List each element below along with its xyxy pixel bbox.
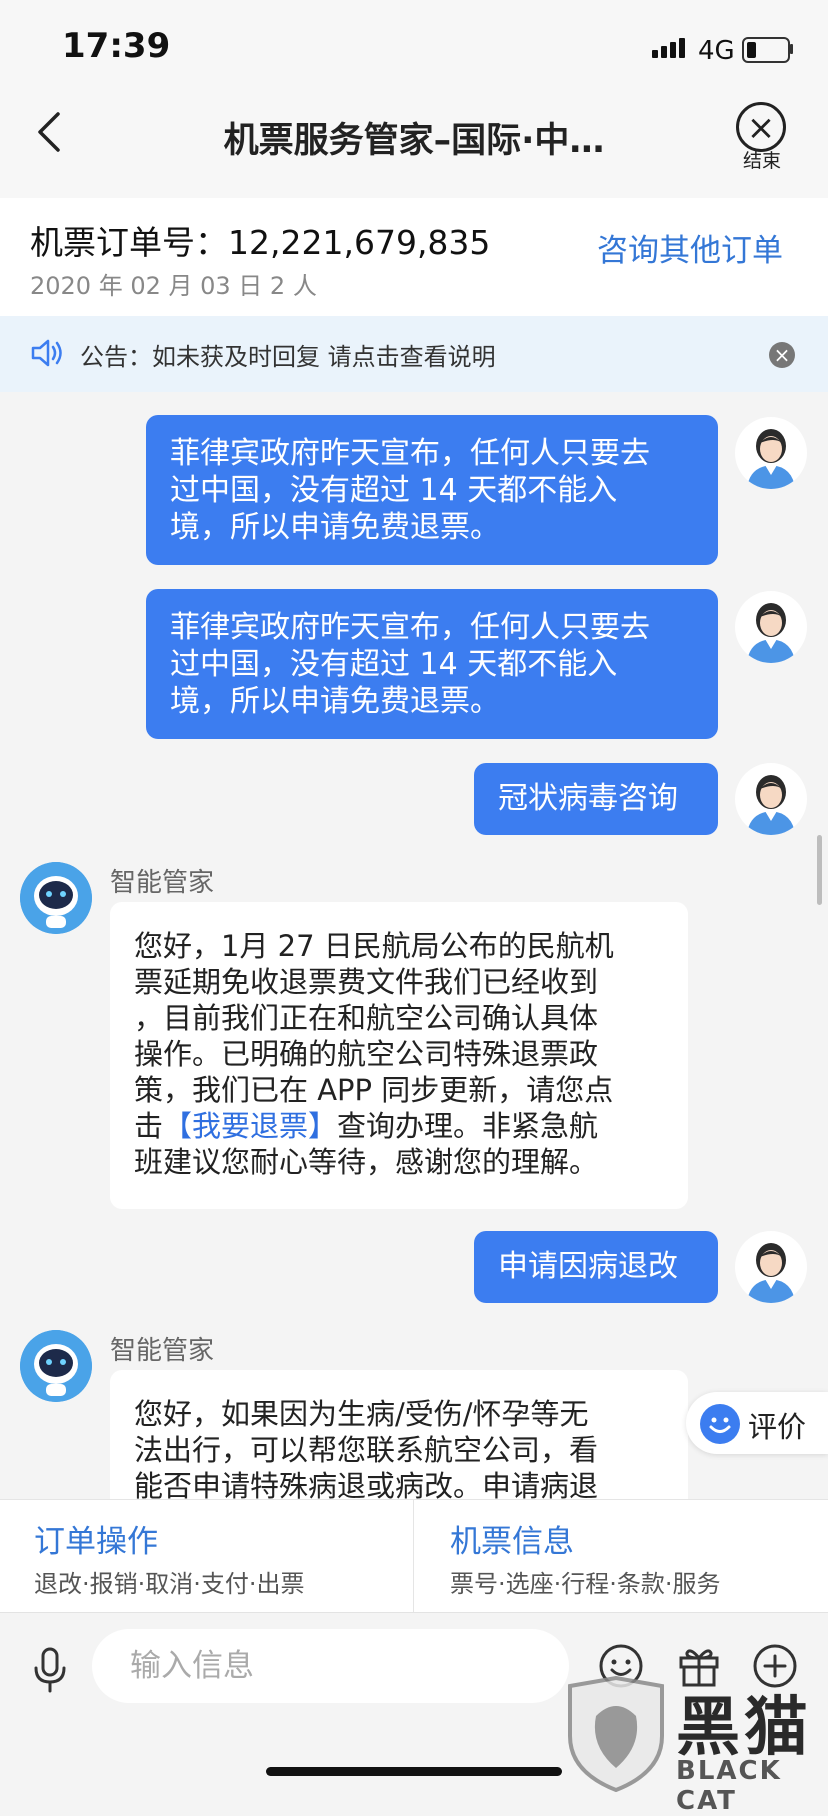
smile-icon[interactable] (700, 1404, 740, 1444)
user-message: 菲律宾政府昨天宣布，任何人只要去 过中国，没有超过 14 天都不能入 境，所以申… (146, 415, 718, 565)
message-line: 境，所以申请免费退票。 (170, 684, 500, 719)
message-line: 能否申请特殊病退或病改。申请病退 (134, 1469, 599, 1499)
message-line: 菲律宾政府昨天宣布，任何人只要去 (170, 436, 650, 471)
refund-link[interactable]: 【我要退票】 (163, 1109, 337, 1143)
message-line: 过中国，没有超过 14 天都不能入 (170, 647, 618, 682)
battery-tip (790, 44, 793, 54)
bot-message: 您好，1月 27 日民航局公布的民航机 票延期免收退票费文件我们已经收到 ，目前… (110, 902, 688, 1209)
other-orders-link[interactable]: 咨询其他订单 (597, 225, 783, 270)
message-line: ，目前我们正在和航空公司确认具体 (134, 1001, 599, 1035)
user-avatar (735, 591, 807, 663)
message-line: 菲律宾政府昨天宣布，任何人只要去 (170, 610, 650, 645)
message-line: 您好，如果因为生病/受伤/怀孕等无 (134, 1397, 589, 1431)
status-bar: 17:39 4G (0, 0, 828, 100)
order-ops-button[interactable]: 订单操作 退改·报销·取消·支付·出票 (0, 1500, 413, 1612)
ticket-info-button[interactable]: 机票信息 票号·选座·行程·条款·服务 (414, 1500, 828, 1612)
order-date: 2020 年 02 月 03 日 2 人 (30, 272, 317, 300)
bot-avatar (20, 862, 92, 934)
user-avatar (735, 417, 807, 489)
rate-label[interactable]: 评价 (748, 1404, 806, 1446)
notice-text[interactable]: 公告：如未获及时回复 请点击查看说明 (80, 337, 496, 372)
message-input[interactable] (92, 1629, 569, 1703)
bot-name: 智能管家 (110, 1336, 215, 1366)
signal-icon (652, 38, 688, 58)
watermark-subtext: BLACK CAT (676, 1756, 782, 1816)
microphone-icon[interactable] (30, 1646, 70, 1698)
network-type: 4G (698, 36, 735, 66)
message-line: 过中国，没有超过 14 天都不能入 (170, 473, 618, 508)
scrollbar[interactable] (817, 835, 822, 905)
ticket-info-sub[interactable]: 票号·选座·行程·条款·服务 (450, 1564, 721, 1599)
user-avatar (735, 1231, 807, 1303)
rate-button[interactable]: 评价 (686, 1392, 828, 1454)
bot-name: 智能管家 (110, 868, 215, 898)
bot-avatar (20, 1330, 92, 1402)
status-time: 17:39 (62, 26, 171, 66)
message-text: 申请因病退改 (498, 1249, 678, 1284)
order-ops-sub[interactable]: 退改·报销·取消·支付·出票 (34, 1564, 305, 1599)
message-line: 班建议您耐心等待，感谢您的理解。 (134, 1145, 599, 1179)
message-line: 境，所以申请免费退票。 (170, 510, 500, 545)
order-number: 机票订单号：12,221,679,835 (30, 223, 491, 262)
home-indicator (266, 1767, 562, 1776)
message-line: 票延期免收退票费文件我们已经收到 (134, 965, 599, 999)
close-icon[interactable]: × (736, 102, 786, 152)
close-icon[interactable]: × (769, 342, 795, 368)
speaker-icon (30, 336, 66, 374)
message-line: 法出行，可以帮您联系航空公司，看 (134, 1433, 599, 1467)
action-panel: 订单操作 退改·报销·取消·支付·出票 机票信息 票号·选座·行程·条款·服务 (0, 1499, 828, 1612)
message-line: 您好，1月 27 日民航局公布的民航机 (134, 929, 614, 963)
user-message: 冠状病毒咨询 (474, 763, 718, 835)
bot-message: 您好，如果因为生病/受伤/怀孕等无 法出行，可以帮您联系航空公司，看 能否申请特… (110, 1370, 688, 1499)
user-message: 申请因病退改 (474, 1231, 718, 1303)
back-chevron-icon[interactable] (34, 110, 62, 165)
order-ops-title[interactable]: 订单操作 (34, 1516, 158, 1561)
message-text: 击 (134, 1109, 164, 1143)
battery-icon (742, 37, 790, 63)
notice-banner[interactable]: 公告：如未获及时回复 请点击查看说明 × (0, 316, 828, 392)
end-label[interactable]: 结束 (731, 146, 793, 173)
nav-bar: 机票服务管家–国际·中… × 结束 (0, 100, 828, 198)
message-line: 策，我们已在 APP 同步更新，请您点 (134, 1073, 614, 1107)
message-text: 查询办理。非紧急航 (337, 1109, 599, 1143)
user-message: 菲律宾政府昨天宣布，任何人只要去 过中国，没有超过 14 天都不能入 境，所以申… (146, 589, 718, 739)
page-title: 机票服务管家–国际·中… (223, 121, 605, 161)
message-text: 冠状病毒咨询 (498, 781, 678, 816)
watermark-text: 黑猫 (676, 1691, 812, 1765)
ticket-info-title[interactable]: 机票信息 (450, 1516, 574, 1561)
order-header: 机票订单号：12,221,679,835 2020 年 02 月 03 日 2 … (0, 198, 828, 316)
user-avatar (735, 763, 807, 835)
message-line: 击【我要退票】查询办理。非紧急航 (134, 1108, 664, 1144)
message-line: 操作。已明确的航空公司特殊退票政 (134, 1037, 599, 1071)
